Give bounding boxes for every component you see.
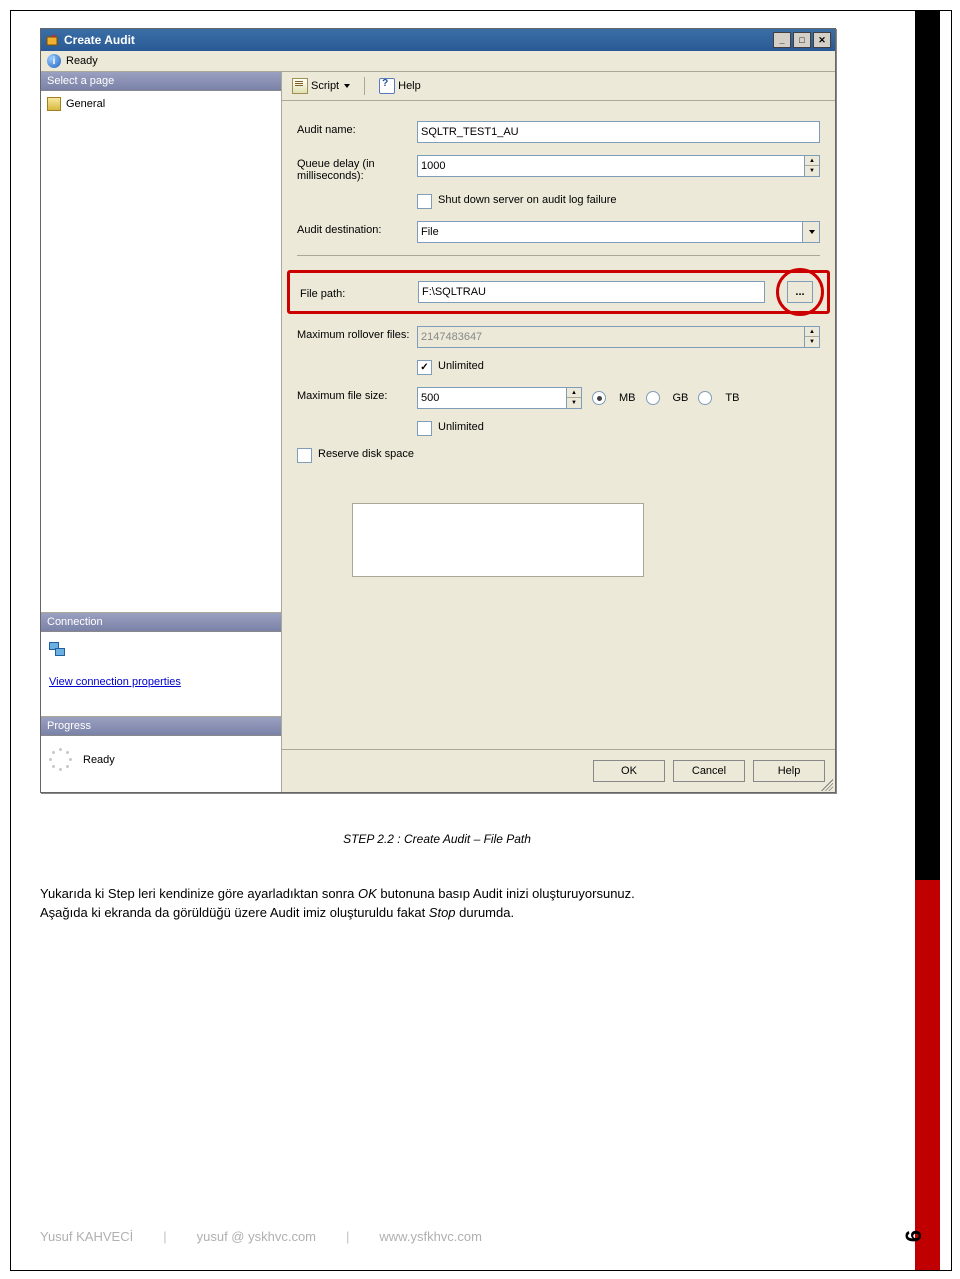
figure-caption: STEP 2.2 : Create Audit – File Path (40, 832, 834, 846)
reserve-checkbox[interactable] (297, 448, 312, 463)
right-stripe-black (915, 10, 940, 880)
dest-combo[interactable] (417, 221, 803, 243)
queue-spin[interactable]: ▲▼ (805, 155, 820, 177)
browse-button[interactable]: ... (787, 281, 813, 303)
info-icon: i (47, 54, 61, 68)
help-button[interactable]: Help (375, 76, 425, 96)
filepath-input[interactable] (418, 281, 765, 303)
right-pane: Script Help Audit name: Queue delay (in … (282, 72, 835, 792)
filepath-label: File path: (300, 285, 418, 300)
shutdown-label: Shut down server on audit log failure (438, 194, 617, 206)
unlimited-size-checkbox[interactable] (417, 421, 432, 436)
max-rollover-input (417, 326, 805, 348)
radio-tb[interactable] (698, 391, 712, 405)
resize-grip[interactable] (821, 779, 833, 791)
view-connection-link[interactable]: View connection properties (49, 676, 181, 688)
connection-header: Connection (41, 613, 281, 632)
rollover-spin: ▲▼ (805, 326, 820, 348)
unlimited-rollover-checkbox[interactable] (417, 360, 432, 375)
progress-label: Ready (83, 754, 115, 766)
connection-icon (49, 642, 65, 656)
dest-label: Audit destination: (297, 221, 417, 236)
progress-panel: Progress Ready (41, 716, 281, 792)
max-rollover-label: Maximum rollover files: (297, 326, 417, 341)
reserve-label: Reserve disk space (318, 448, 414, 460)
form-area: Audit name: Queue delay (in milliseconds… (282, 101, 835, 749)
window-title: Create Audit (64, 33, 135, 47)
spinner-icon (49, 748, 73, 772)
unlimited-rollover-label: Unlimited (438, 360, 484, 372)
blank-box (352, 503, 644, 577)
close-button[interactable]: ✕ (813, 32, 831, 48)
chevron-down-icon (344, 84, 350, 88)
left-pane: Select a page General Connection View co… (41, 72, 282, 792)
footer-site: www.ysfkhvc.com (379, 1229, 482, 1244)
max-file-input[interactable] (417, 387, 567, 409)
max-file-label: Maximum file size: (297, 387, 417, 402)
separator (297, 255, 820, 256)
radio-mb[interactable] (592, 391, 606, 405)
footer: Yusuf KAHVECİ | yusuf @ yskhvc.com | www… (40, 1223, 920, 1249)
create-audit-dialog: Create Audit _ □ ✕ i Ready Select a page… (40, 28, 836, 793)
sidebar-item-general[interactable]: General (45, 95, 277, 113)
dest-combo-btn[interactable] (803, 221, 820, 243)
audit-icon (45, 33, 59, 47)
status-text: Ready (66, 55, 98, 67)
status-bar: i Ready (41, 51, 835, 72)
help-button-bottom[interactable]: Help (753, 760, 825, 782)
connection-panel: Connection View connection properties (41, 612, 281, 716)
browse-circle: ... (776, 268, 824, 316)
queue-delay-label: Queue delay (in milliseconds): (297, 155, 417, 182)
script-button[interactable]: Script (288, 76, 354, 96)
shutdown-checkbox[interactable] (417, 194, 432, 209)
help-icon (379, 78, 395, 94)
select-page-header: Select a page (41, 72, 281, 91)
maximize-button[interactable]: □ (793, 32, 811, 48)
toolbar-sep (364, 77, 365, 95)
titlebar-buttons: _ □ ✕ (773, 32, 831, 48)
page-number: 6 (901, 1230, 927, 1242)
unlimited-size-label: Unlimited (438, 421, 484, 433)
button-bar: OK Cancel Help (282, 749, 835, 792)
body-text: Yukarıda ki Step leri kendinize göre aya… (40, 885, 890, 923)
ok-button[interactable]: OK (593, 760, 665, 782)
script-icon (292, 78, 308, 94)
maxfile-spin[interactable]: ▲▼ (567, 387, 582, 409)
progress-header: Progress (41, 717, 281, 736)
right-stripe-red (915, 880, 940, 1270)
audit-name-input[interactable] (417, 121, 820, 143)
footer-email: yusuf @ yskhvc.com (197, 1229, 316, 1244)
sidebar-item-label: General (66, 98, 105, 110)
dialog-body: Select a page General Connection View co… (41, 72, 835, 792)
filepath-highlight: File path: ... (287, 270, 830, 314)
form-toolbar: Script Help (282, 72, 835, 101)
footer-author: Yusuf KAHVECİ (40, 1229, 133, 1244)
minimize-button[interactable]: _ (773, 32, 791, 48)
queue-delay-input[interactable] (417, 155, 805, 177)
cancel-button[interactable]: Cancel (673, 760, 745, 782)
page-list: General (41, 91, 281, 612)
general-icon (47, 97, 61, 111)
titlebar[interactable]: Create Audit _ □ ✕ (41, 29, 835, 51)
radio-gb[interactable] (646, 391, 660, 405)
audit-name-label: Audit name: (297, 121, 417, 136)
